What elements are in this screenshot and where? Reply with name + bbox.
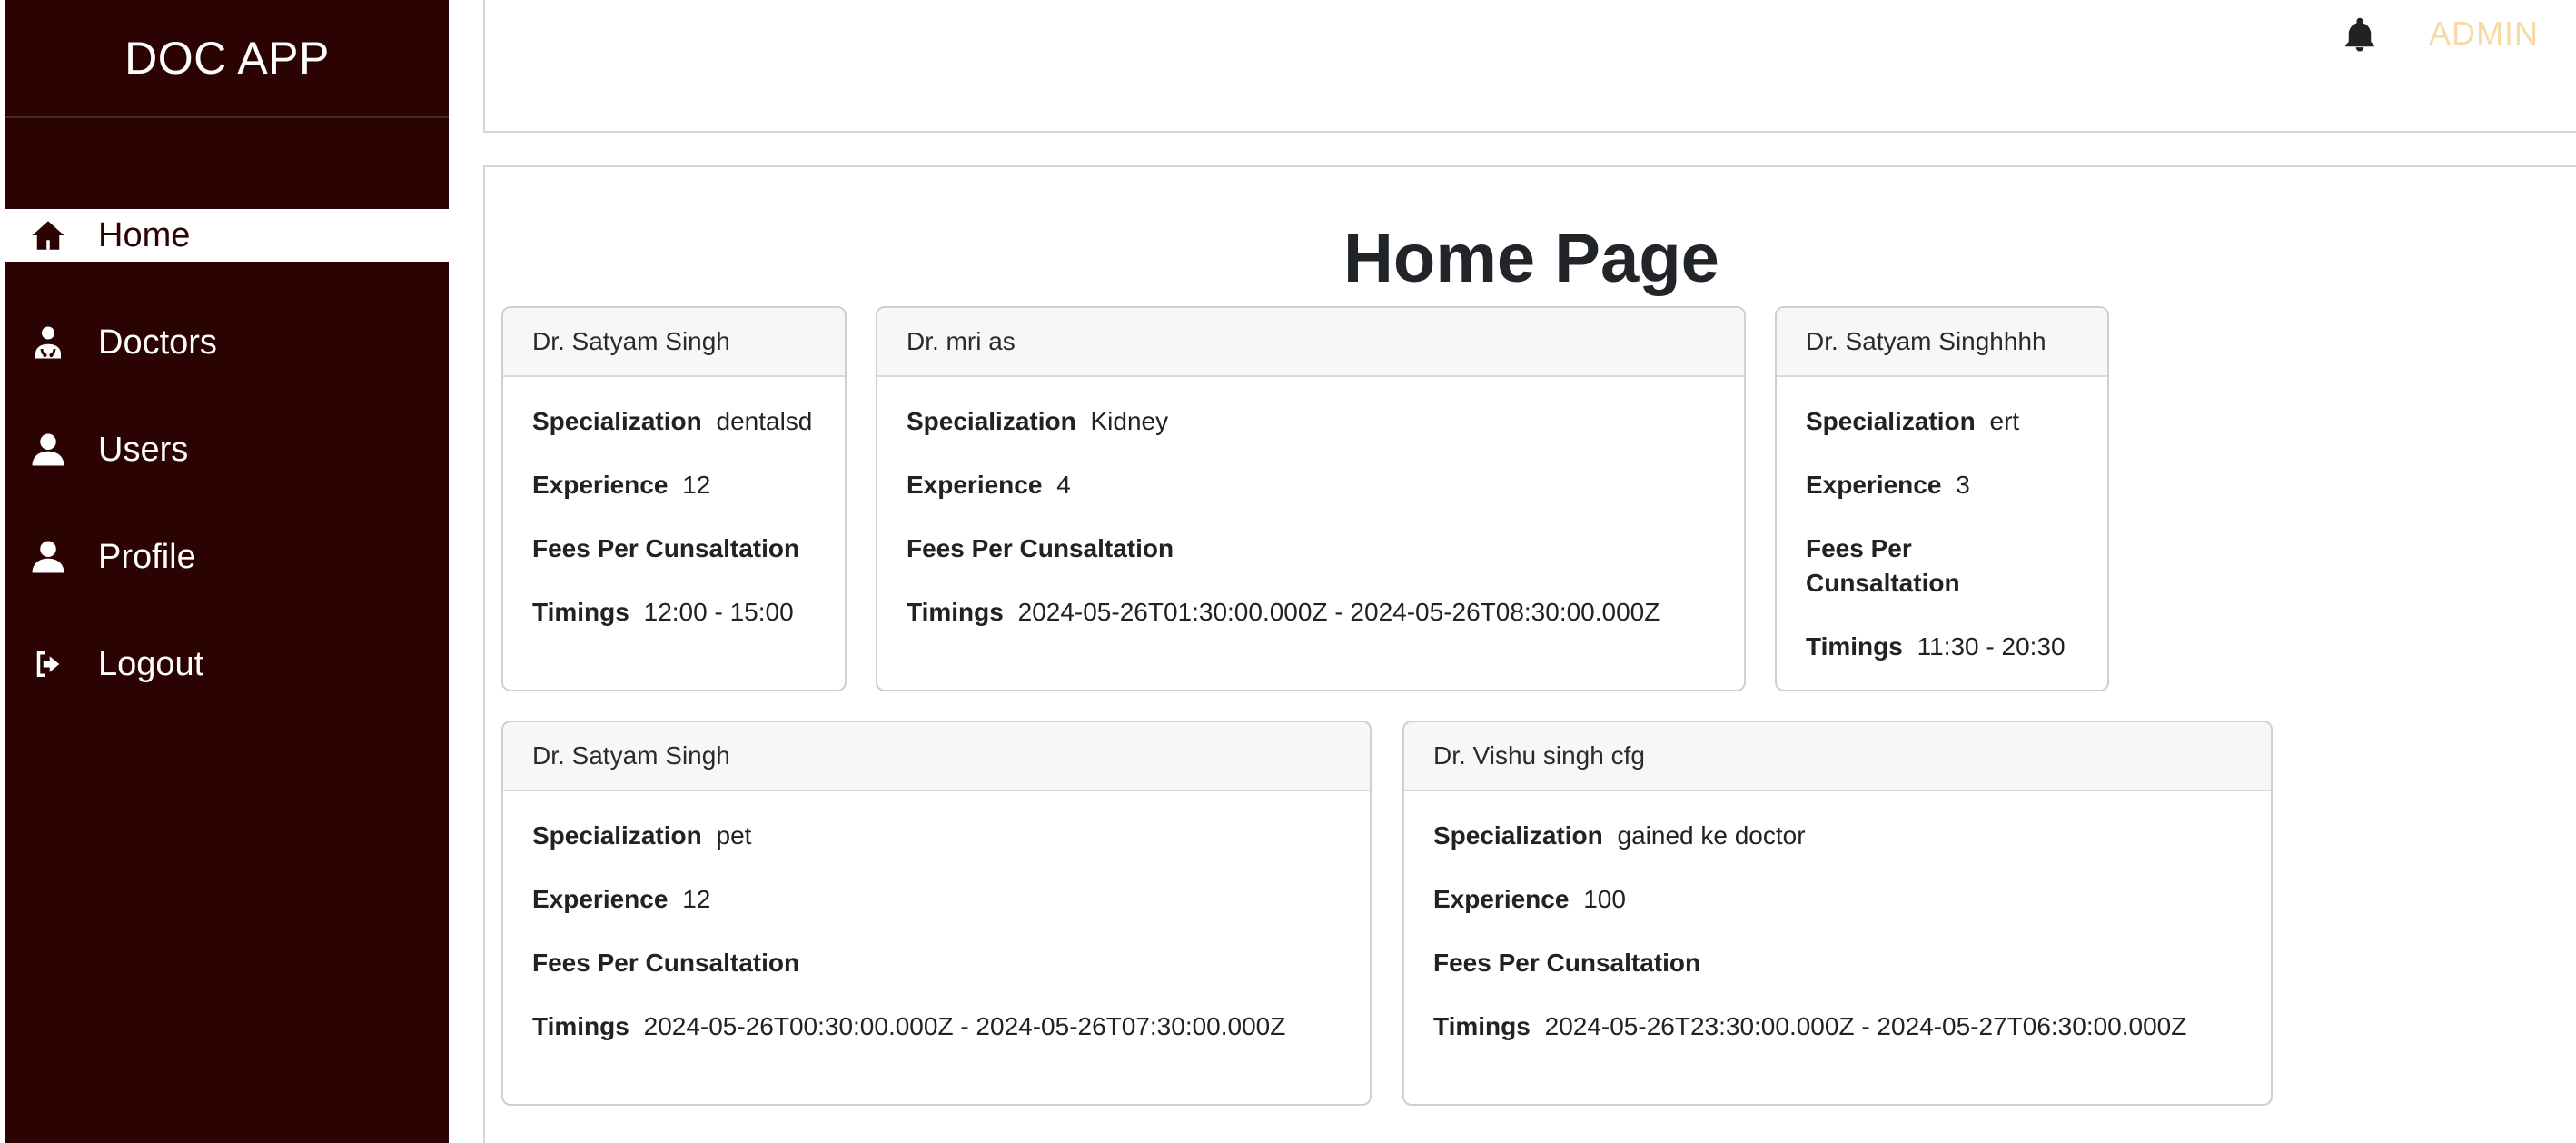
specialization-row: Specialization ert [1806,404,2078,439]
user-role-label[interactable]: ADMIN [2429,15,2539,53]
logout-icon [29,645,67,683]
timings-value: 2024-05-26T01:30:00.000Z - 2024-05-26T08… [1017,598,1660,626]
sidebar-item-label: Doctors [98,323,217,362]
sidebar-menu: Home Doctors Users Profile Logout [5,209,449,745]
timings-row: Timings 2024-05-26T23:30:00.000Z - 2024-… [1433,1009,2242,1044]
specialization-row: Specialization gained ke doctor [1433,819,2242,853]
doctor-name: Dr. Vishu singh cfg [1404,722,2271,791]
specialization-value: dentalsd [716,407,813,435]
doctor-details: Specialization Kidney Experience 4 Fees … [877,377,1744,630]
doctor-details: Specialization dentalsd Experience 12 Fe… [503,377,845,630]
timings-value: 2024-05-26T23:30:00.000Z - 2024-05-27T06… [1544,1012,2187,1040]
sidebar: DOC APP Home Doctors Users Profile Logou… [5,0,449,1143]
fees-row: Fees Per Cunsaltation [532,946,1341,980]
experience-label: Experience [907,471,1043,499]
sidebar-item-home[interactable]: Home [5,209,449,262]
doctor-details: Specialization gained ke doctor Experien… [1404,791,2271,1044]
page-title: Home Page [1343,219,1719,297]
doctor-name: Dr. Satyam Singh [503,308,845,377]
specialization-value: ert [1989,407,2020,435]
timings-label: Timings [532,598,629,626]
notification-bell-icon[interactable] [2341,13,2379,58]
main-content: Home Page Dr. Satyam Singh Specializatio… [483,165,2576,1143]
user-icon [29,538,67,576]
doctor-details: Specialization ert Experience 3 Fees Per… [1777,377,2107,664]
specialization-row: Specialization pet [532,819,1341,853]
doctor-card[interactable]: Dr. mri as Specialization Kidney Experie… [876,306,1746,691]
specialization-label: Specialization [1806,407,1976,435]
specialization-label: Specialization [907,407,1076,435]
specialization-value: Kidney [1090,407,1169,435]
experience-value: 100 [1583,885,1626,913]
sidebar-item-label: Profile [98,537,196,576]
doctor-card[interactable]: Dr. Satyam Singhhhh Specialization ert E… [1775,306,2109,691]
app-title: DOC APP [124,33,330,84]
fees-label: Fees Per Cunsaltation [907,534,1174,562]
fees-row: Fees Per Cunsaltation [1433,946,2242,980]
sidebar-item-label: Users [98,430,189,469]
sidebar-item-users[interactable]: Users [5,423,449,476]
timings-row: Timings 2024-05-26T00:30:00.000Z - 2024-… [532,1009,1341,1044]
fees-row: Fees Per Cunsaltation [1806,532,2078,601]
specialization-label: Specialization [1433,821,1603,850]
fees-label: Fees Per Cunsaltation [532,534,800,562]
timings-row: Timings 2024-05-26T01:30:00.000Z - 2024-… [907,595,1715,630]
top-header [483,0,2576,133]
fees-label: Fees Per Cunsaltation [1806,534,1960,597]
doctor-details: Specialization pet Experience 12 Fees Pe… [503,791,1370,1044]
specialization-value: gained ke doctor [1617,821,1806,850]
timings-label: Timings [532,1012,629,1040]
sidebar-item-logout[interactable]: Logout [5,638,449,691]
timings-value: 12:00 - 15:00 [643,598,794,626]
timings-value: 2024-05-26T00:30:00.000Z - 2024-05-26T07… [643,1012,1286,1040]
experience-row: Experience 100 [1433,882,2242,917]
specialization-row: Specialization dentalsd [532,404,816,439]
experience-label: Experience [1433,885,1570,913]
experience-value: 12 [682,471,711,499]
timings-row: Timings 11:30 - 20:30 [1806,630,2078,664]
experience-value: 4 [1056,471,1071,499]
app-logo: DOC APP [5,0,449,118]
experience-label: Experience [532,885,669,913]
experience-row: Experience 4 [907,468,1715,502]
experience-value: 3 [1956,471,1970,499]
doctor-card[interactable]: Dr. Satyam Singh Specialization pet Expe… [501,721,1372,1106]
specialization-row: Specialization Kidney [907,404,1715,439]
sidebar-item-label: Logout [98,644,204,683]
doctor-icon [29,323,67,362]
user-icon [29,431,67,469]
experience-value: 12 [682,885,711,913]
timings-label: Timings [1806,632,1903,661]
doctor-name: Dr. mri as [877,308,1744,377]
sidebar-item-doctors[interactable]: Doctors [5,316,449,369]
doctor-card[interactable]: Dr. Vishu singh cfg Specialization gaine… [1402,721,2273,1106]
fees-row: Fees Per Cunsaltation [907,532,1715,566]
specialization-label: Specialization [532,821,702,850]
timings-label: Timings [907,598,1004,626]
doctor-name: Dr. Satyam Singh [503,722,1370,791]
timings-row: Timings 12:00 - 15:00 [532,595,816,630]
specialization-value: pet [716,821,752,850]
specialization-label: Specialization [532,407,702,435]
experience-label: Experience [1806,471,1942,499]
experience-row: Experience 3 [1806,468,2078,502]
fees-row: Fees Per Cunsaltation [532,532,816,566]
doctor-name: Dr. Satyam Singhhhh [1777,308,2107,377]
sidebar-item-profile[interactable]: Profile [5,531,449,583]
sidebar-item-label: Home [98,215,191,254]
fees-label: Fees Per Cunsaltation [532,949,800,977]
experience-row: Experience 12 [532,468,816,502]
timings-label: Timings [1433,1012,1531,1040]
experience-row: Experience 12 [532,882,1341,917]
doctor-card[interactable]: Dr. Satyam Singh Specialization dentalsd… [501,306,847,691]
fees-label: Fees Per Cunsaltation [1433,949,1701,977]
experience-label: Experience [532,471,669,499]
timings-value: 11:30 - 20:30 [1917,632,2066,661]
home-icon [29,216,67,254]
